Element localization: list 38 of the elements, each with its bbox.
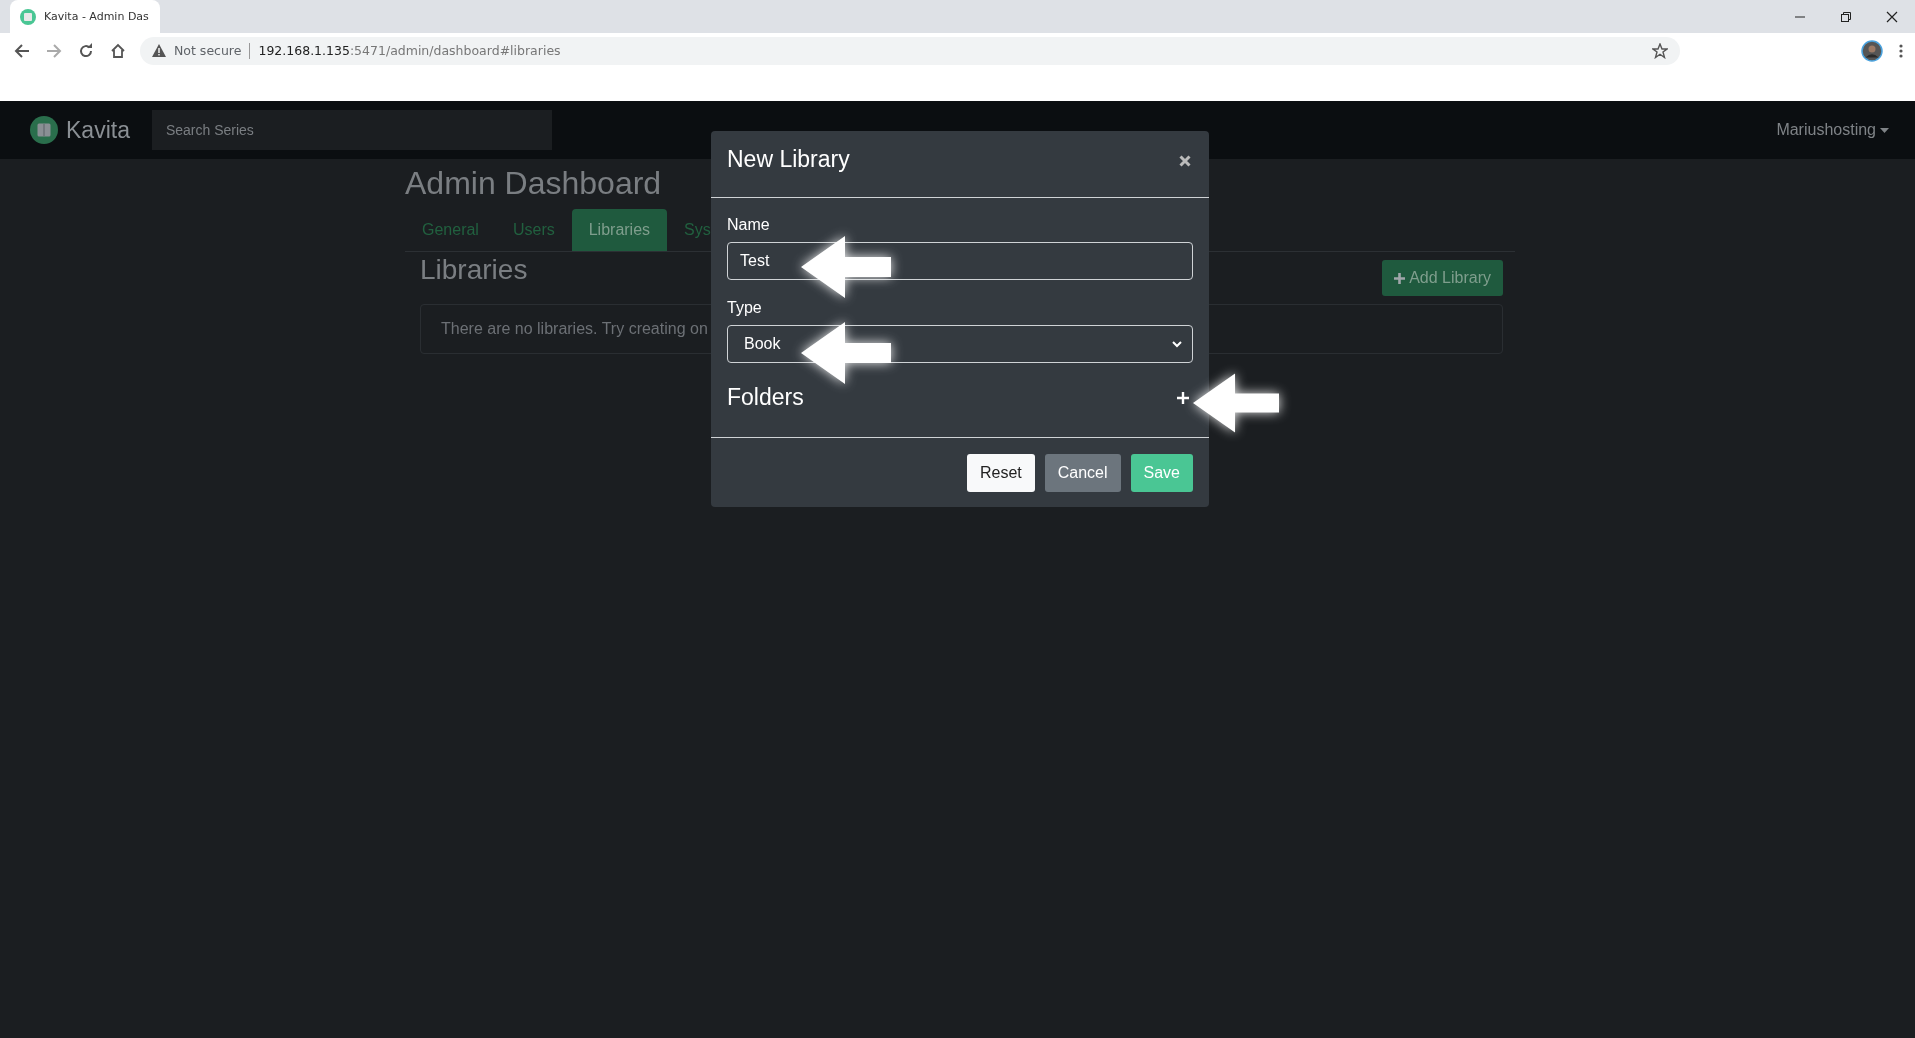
search-field[interactable]: Search Series — [151, 110, 552, 150]
arrow-icon — [801, 322, 891, 384]
field-label: Type — [727, 299, 763, 317]
tab-title: Kavita - Admin Das — [44, 10, 149, 23]
close-icon[interactable] — [1886, 10, 1898, 23]
plus-icon — [1177, 391, 1189, 404]
menu-icon[interactable] — [1899, 43, 1903, 58]
dialog-button[interactable]: Cancel — [1044, 454, 1121, 492]
book-icon[interactable] — [30, 116, 58, 144]
restore-icon[interactable] — [1840, 10, 1852, 23]
chevron-icon — [1172, 340, 1182, 348]
address-bar[interactable]: Not secure 192.168.1.135:5471/admin/dashboard#libraries — [140, 36, 1680, 65]
arrow-icon — [1193, 372, 1279, 434]
url-text: 192.168.1.135:5471/admin/dashboard#libraries — [258, 43, 561, 58]
warning-icon — [152, 44, 166, 57]
home-icon[interactable] — [110, 42, 126, 59]
plus-icon — [1394, 272, 1406, 284]
section-title: Libraries — [420, 254, 528, 286]
book-icon — [20, 8, 36, 25]
folders-heading: Folders — [727, 384, 804, 411]
browser-tab[interactable]: Kavita - Admin Das — [10, 0, 160, 33]
security-label: Not secure — [174, 43, 242, 58]
close-icon[interactable] — [1179, 155, 1191, 167]
user-menu[interactable]: Mariushosting — [1776, 121, 1889, 139]
brand-name[interactable]: Kavita — [66, 116, 130, 144]
field-label: Name — [727, 216, 771, 234]
caret-icon — [1880, 127, 1889, 133]
arrow-icon — [801, 236, 891, 298]
dashboard-tab[interactable]: Libraries — [571, 209, 668, 251]
empty-message: There are no libraries. Try creating on — [441, 320, 708, 338]
back-icon[interactable] — [14, 42, 30, 59]
star-icon[interactable] — [1652, 42, 1668, 59]
dialog-button[interactable]: Reset — [966, 454, 1035, 492]
dialog-title: New Library — [727, 145, 850, 173]
page-title: Admin Dashboard — [405, 165, 663, 203]
add-library-button[interactable]: Add Library — [1382, 260, 1503, 296]
reload-icon[interactable] — [78, 42, 94, 59]
avatar-icon[interactable] — [1861, 39, 1883, 62]
